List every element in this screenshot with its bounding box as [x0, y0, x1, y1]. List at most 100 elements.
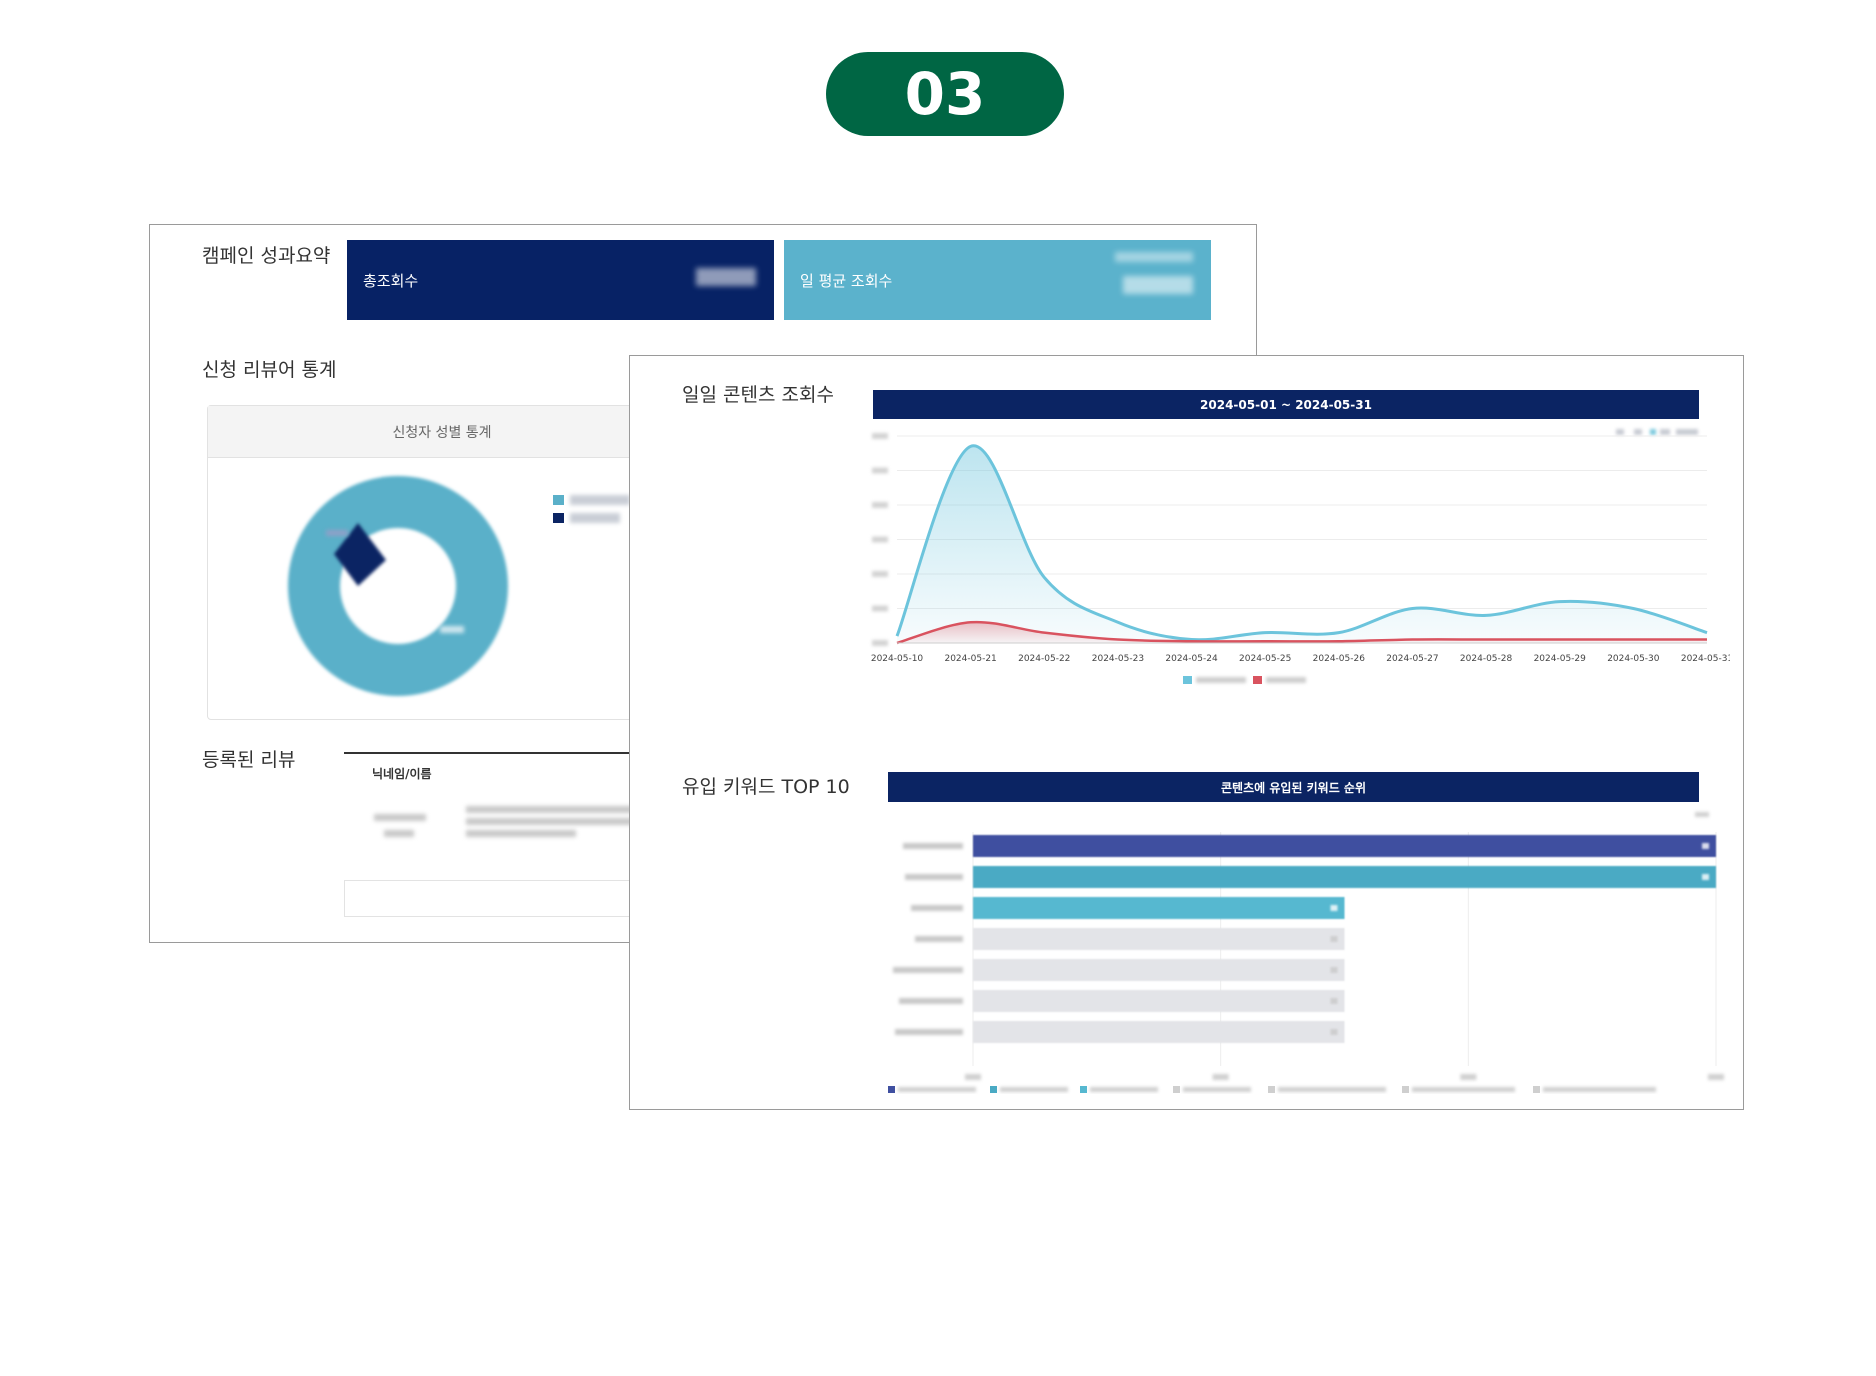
x-tick-label: 2024-05-27 [1386, 654, 1438, 664]
bar-value-label-redacted [1330, 967, 1338, 973]
keyword-bar-6 [973, 990, 1345, 1012]
male-data-label-redacted [326, 530, 348, 536]
legend-swatch [1533, 1086, 1540, 1093]
x-tick-label: 2024-05-28 [1460, 654, 1513, 664]
keyword-label-redacted [915, 936, 963, 942]
content-analytics-panel: 일일 콘텐츠 조회수 2024-05-01 ~ 2024-05-31 2024-… [629, 355, 1744, 1110]
legend-label-female-redacted [570, 495, 630, 505]
y-tick-label-redacted [872, 640, 888, 646]
review-name-redacted [384, 830, 414, 837]
campaign-summary-title: 캠페인 성과요약 [202, 245, 331, 267]
x-tick-label-redacted [1212, 1074, 1229, 1080]
date-range-label: 2024-05-01 ~ 2024-05-31 [1200, 397, 1372, 412]
daily-average-value-redacted [1123, 276, 1193, 294]
female-data-label-redacted [440, 626, 464, 633]
total-views-value-redacted [696, 268, 756, 286]
keyword-label-redacted [895, 1029, 963, 1035]
keyword-bar-2 [973, 866, 1716, 888]
legend-swatch [1268, 1086, 1275, 1093]
bar-value-label-redacted [1330, 998, 1338, 1004]
x-tick-label: 2024-05-30 [1607, 654, 1660, 664]
total-views-card: 총조회수 [347, 240, 774, 320]
x-tick-label: 2024-05-31 [1681, 654, 1730, 664]
legend-label-redacted [1196, 677, 1246, 683]
legend-label-male-redacted [570, 513, 620, 523]
daily-views-chart: 2024-05-10 2024-05-21 2024-05-22 2024-05-23… [871, 429, 1730, 684]
keyword-ranking-label: 콘텐츠에 유입된 키워드 순위 [1220, 780, 1366, 795]
gender-stats-card: 신청자 성별 통계 [207, 405, 677, 720]
legend-swatch-female [553, 495, 564, 505]
legend-item-redacted [1676, 429, 1698, 435]
y-tick-label-redacted [872, 502, 888, 508]
daily-views-title: 일일 콘텐츠 조회수 [682, 384, 834, 406]
keyword-bar-7 [973, 1021, 1345, 1043]
step-number-badge: 03 [826, 52, 1064, 136]
x-tick-label-redacted [1460, 1074, 1477, 1080]
keyword-bar-chart [888, 812, 1724, 1093]
legend-swatch [990, 1086, 997, 1093]
reviews-table: 닉네임/이름 [344, 752, 674, 917]
legend-swatch-series-2 [1253, 676, 1262, 684]
x-tick-label: 2024-05-23 [1092, 654, 1144, 664]
x-tick-label-redacted [1708, 1074, 1724, 1080]
y-tick-label-redacted [872, 467, 888, 474]
legend-swatch [1173, 1086, 1180, 1093]
x-tick-label: 2024-05-25 [1239, 654, 1291, 664]
legend-label-redacted [1266, 677, 1306, 683]
donut-segment-female [288, 476, 508, 696]
gender-stats-header: 신청자 성별 통계 [208, 406, 676, 458]
bar-value-label-redacted [1330, 936, 1338, 942]
nickname-column-header: 닉네임/이름 [372, 766, 432, 781]
legend-item-redacted [1660, 429, 1670, 435]
chart-unit-redacted [1695, 812, 1709, 817]
x-tick-label: 2024-05-29 [1534, 654, 1587, 664]
x-tick-label: 2024-05-26 [1313, 654, 1366, 664]
legend-label-redacted [1543, 1087, 1656, 1092]
legend-label-redacted [1000, 1087, 1068, 1092]
legend-item-redacted [1616, 429, 1624, 435]
x-tick-label: 2024-05-22 [1018, 654, 1070, 664]
legend-swatch [1402, 1086, 1409, 1093]
keyword-label-redacted [905, 874, 963, 880]
legend-item-redacted [1634, 429, 1642, 435]
y-tick-label-redacted [872, 536, 888, 543]
keyword-bar-1 [973, 835, 1716, 857]
bar-value-label-redacted [1330, 905, 1338, 911]
keyword-label-redacted [911, 905, 963, 911]
daily-average-caption-redacted [1115, 252, 1193, 262]
keyword-label-redacted [893, 967, 963, 973]
reviews-pagination-area [344, 880, 674, 917]
reviews-table-header: 닉네임/이름 [344, 752, 674, 792]
y-tick-label-redacted [872, 433, 888, 439]
x-tick-label: 2024-05-21 [944, 654, 996, 664]
review-link-redacted [466, 830, 576, 837]
daily-average-views-label: 일 평균 조회수 [800, 271, 893, 290]
keyword-label-redacted [899, 998, 963, 1004]
legend-label-redacted [1412, 1087, 1515, 1092]
review-row[interactable] [344, 794, 674, 876]
keyword-ranking-header: 콘텐츠에 유입된 키워드 순위 [888, 772, 1699, 802]
legend-label-redacted [1183, 1087, 1251, 1092]
x-tick-label: 2024-05-10 [871, 654, 924, 664]
registered-reviews-title: 등록된 리뷰 [202, 749, 296, 771]
bar-value-label-redacted [1330, 1029, 1338, 1035]
keyword-bar-5 [973, 959, 1345, 981]
y-tick-label-redacted [872, 571, 888, 577]
keyword-bar-4 [973, 928, 1345, 950]
legend-item-redacted [1650, 429, 1656, 435]
total-views-label: 총조회수 [363, 271, 419, 290]
legend-label-redacted [898, 1087, 976, 1092]
x-tick-label-redacted [965, 1074, 981, 1080]
applicant-stats-title: 신청 리뷰어 통계 [202, 359, 337, 381]
daily-average-views-card: 일 평균 조회수 [784, 240, 1211, 320]
legend-label-redacted [1090, 1087, 1158, 1092]
y-tick-label-redacted [872, 605, 888, 612]
legend-swatch-male [553, 513, 564, 523]
series-1-area [897, 445, 1707, 643]
bar-value-label-redacted [1702, 874, 1709, 880]
legend-swatch-series-1 [1183, 676, 1192, 684]
legend-swatch [1080, 1086, 1087, 1093]
legend-label-redacted [1278, 1087, 1386, 1092]
date-range-header: 2024-05-01 ~ 2024-05-31 [873, 390, 1699, 419]
legend-swatch [888, 1086, 895, 1093]
